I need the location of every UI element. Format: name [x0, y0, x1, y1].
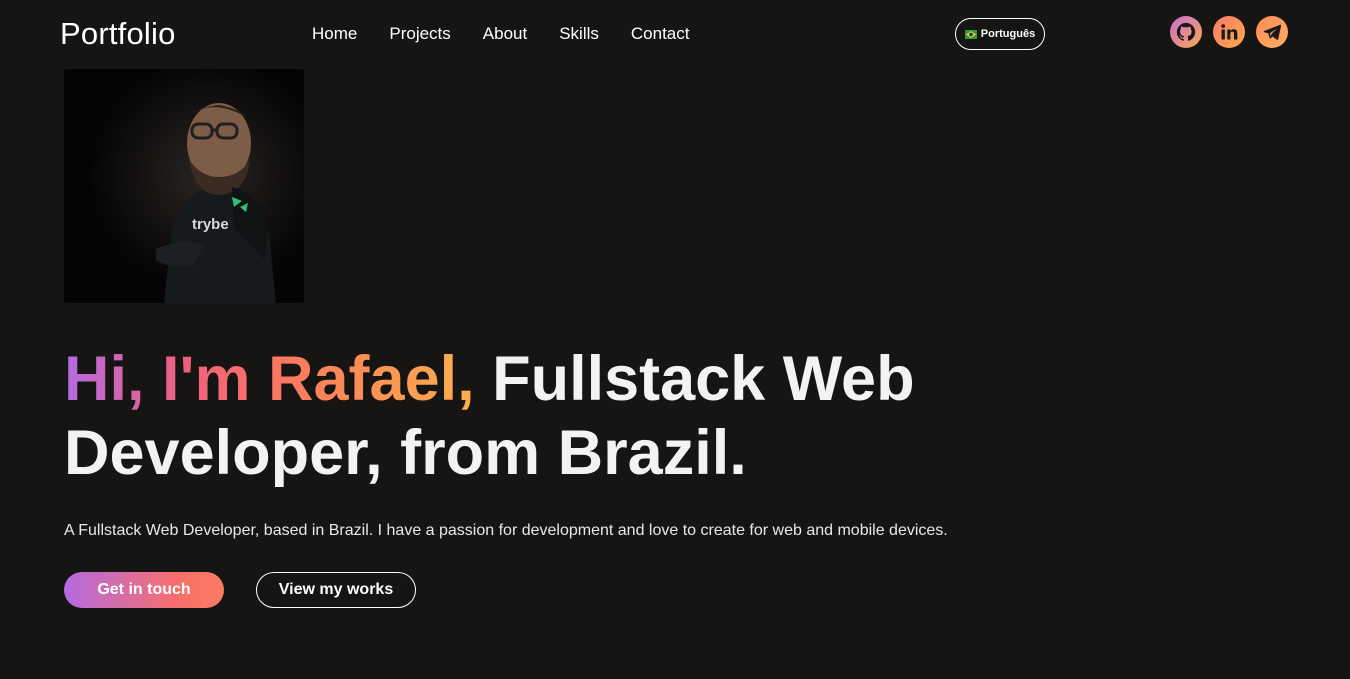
telegram-link[interactable] — [1256, 16, 1288, 48]
telegram-icon — [1263, 24, 1282, 40]
nav-item-home[interactable]: Home — [312, 24, 357, 44]
nav-item-skills[interactable]: Skills — [559, 24, 599, 44]
profile-photo-illustration: trybe — [64, 69, 304, 303]
language-toggle-label: Português — [980, 28, 1036, 40]
brand-logo[interactable]: Portfolio — [60, 16, 176, 52]
shirt-logo-text: trybe — [192, 216, 229, 233]
site-header: Portfolio Home Projects About Skills Con… — [0, 0, 1350, 68]
hero-greeting: Hi, I'm Rafael, — [64, 344, 475, 414]
hero-headline: Hi, I'm Rafael, Fullstack Web Developer,… — [64, 342, 1044, 490]
nav-item-about[interactable]: About — [483, 24, 527, 44]
nav-item-contact[interactable]: Contact — [631, 24, 690, 44]
github-icon — [1176, 22, 1196, 41]
hero-description: A Fullstack Web Developer, based in Braz… — [64, 522, 948, 539]
profile-photo: trybe — [64, 69, 304, 303]
view-my-works-button[interactable]: View my works — [256, 572, 416, 608]
nav-item-projects[interactable]: Projects — [389, 24, 450, 44]
get-in-touch-button[interactable]: Get in touch — [64, 572, 224, 608]
linkedin-link[interactable] — [1213, 16, 1245, 48]
social-links — [1170, 16, 1299, 48]
brazil-flag-icon — [964, 29, 977, 39]
github-link[interactable] — [1170, 16, 1202, 48]
linkedin-icon — [1221, 24, 1238, 40]
language-toggle-button[interactable]: Português — [955, 18, 1045, 50]
main-nav: Home Projects About Skills Contact — [312, 24, 721, 44]
